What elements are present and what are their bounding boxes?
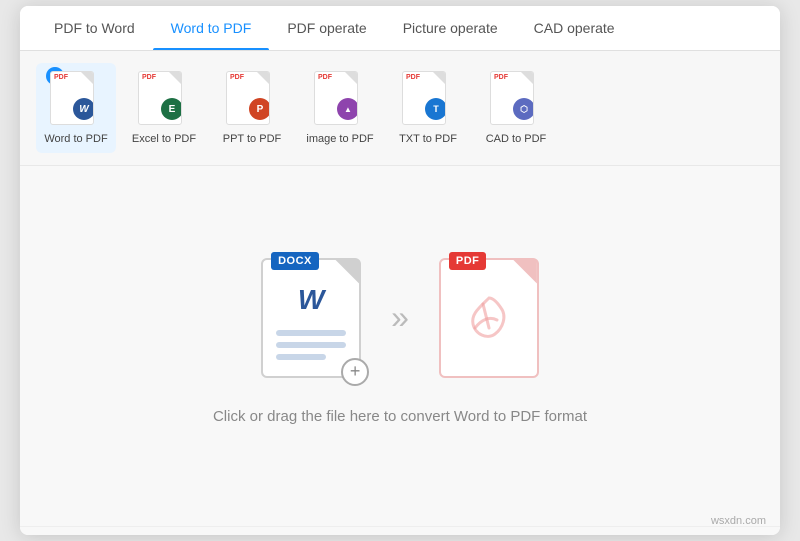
tab-cad-operate[interactable]: CAD operate — [516, 6, 633, 50]
acrobat-icon — [461, 290, 517, 346]
icon-item-ppt-to-pdf[interactable]: PDF P PPT to PDF — [212, 63, 292, 153]
txt-to-pdf-icon-img: PDF T — [402, 71, 454, 129]
tab-pdf-to-word[interactable]: PDF to Word — [36, 6, 153, 50]
doc-lines — [276, 330, 346, 366]
txt-to-pdf-file-icon: PDF T — [402, 71, 446, 125]
ppt-to-pdf-label: PPT to PDF — [223, 133, 281, 145]
tab-picture-operate[interactable]: Picture operate — [385, 6, 516, 50]
excel-to-pdf-icon-img: PDF E — [138, 71, 190, 129]
pdf-badge: PDF — [449, 252, 487, 270]
icon-item-cad-to-pdf[interactable]: PDF ⬡ CAD to PDF — [476, 63, 556, 153]
pdf-label-word: PDF — [54, 74, 68, 81]
app-window: PDF to Word Word to PDF PDF operate Pict… — [20, 6, 780, 535]
icon-bar: ✓ PDF W Word to PDF PDF E Excel to PDF — [20, 51, 780, 166]
pdf-label-txt: PDF — [406, 74, 420, 81]
drop-instruction-text: Click or drag the file here to convert W… — [213, 408, 587, 425]
icon-item-word-to-pdf[interactable]: ✓ PDF W Word to PDF — [36, 63, 116, 153]
docx-badge: DOCX — [271, 252, 319, 270]
cad-to-pdf-icon-img: PDF ⬡ — [490, 71, 542, 129]
pdf-label-excel: PDF — [142, 74, 156, 81]
excel-badge: E — [161, 98, 182, 120]
plus-circle-icon: + — [341, 358, 369, 386]
doc-line-3 — [276, 354, 326, 360]
excel-to-pdf-label: Excel to PDF — [132, 133, 196, 145]
cad-to-pdf-file-icon: PDF ⬡ — [490, 71, 534, 125]
ppt-to-pdf-icon-img: PDF P — [226, 71, 278, 129]
drop-area[interactable]: DOCX W + » PDF — [20, 166, 780, 526]
pdf-label-image: PDF — [318, 74, 332, 81]
pdf-label-cad: PDF — [494, 74, 508, 81]
pdf-label-ppt: PDF — [230, 74, 244, 81]
word-badge: W — [73, 98, 94, 120]
icon-item-txt-to-pdf[interactable]: PDF T TXT to PDF — [388, 63, 468, 153]
tab-word-to-pdf[interactable]: Word to PDF — [153, 6, 270, 50]
ppt-badge: P — [249, 98, 270, 120]
tab-pdf-operate[interactable]: PDF operate — [269, 6, 384, 50]
word-to-pdf-icon-img: ✓ PDF W — [50, 71, 102, 129]
ppt-to-pdf-file-icon: PDF P — [226, 71, 270, 125]
cad-badge: ⬡ — [513, 98, 534, 120]
doc-line-1 — [276, 330, 346, 336]
txt-to-pdf-label: TXT to PDF — [399, 133, 457, 145]
excel-to-pdf-file-icon: PDF E — [138, 71, 182, 125]
drop-illustration: DOCX W + » PDF — [261, 258, 539, 378]
image-to-pdf-icon-img: PDF ▲ — [314, 71, 366, 129]
word-to-pdf-file-icon: PDF W — [50, 71, 94, 125]
txt-badge: T — [425, 98, 446, 120]
pdf-file-illustration: PDF — [439, 258, 539, 378]
watermark: wsxdn.com — [711, 515, 766, 527]
cad-to-pdf-label: CAD to PDF — [486, 133, 547, 145]
word-to-pdf-label: Word to PDF — [44, 133, 107, 145]
word-w-icon: W — [298, 284, 324, 316]
convert-arrow-icon: » — [391, 299, 409, 336]
docx-file-illustration: DOCX W + — [261, 258, 361, 378]
image-badge: ▲ — [337, 98, 358, 120]
image-to-pdf-label: image to PDF — [306, 133, 373, 145]
icon-item-image-to-pdf[interactable]: PDF ▲ image to PDF — [300, 63, 380, 153]
image-to-pdf-file-icon: PDF ▲ — [314, 71, 358, 125]
doc-line-2 — [276, 342, 346, 348]
icon-item-excel-to-pdf[interactable]: PDF E Excel to PDF — [124, 63, 204, 153]
tab-bar: PDF to Word Word to PDF PDF operate Pict… — [20, 6, 780, 51]
